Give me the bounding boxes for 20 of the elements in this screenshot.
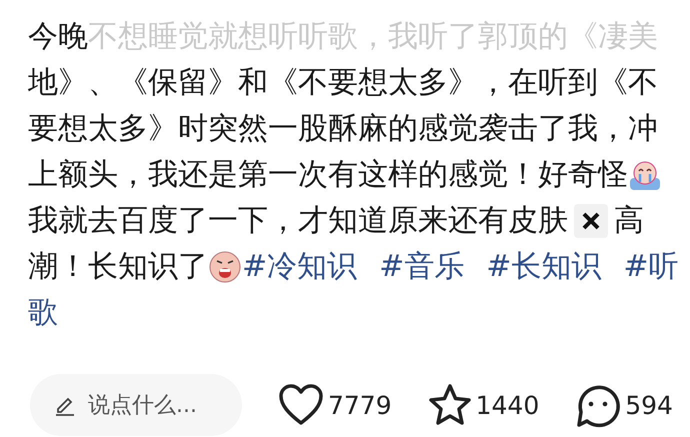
- post-text: 我就去百度了一下，才知道原来还有皮肤: [28, 202, 568, 240]
- action-count: 594: [625, 390, 673, 420]
- action-count: 1440: [476, 390, 540, 420]
- cross-icon: [574, 204, 608, 238]
- star-icon[interactable]: [428, 383, 472, 427]
- post-text: 要想太多》时突然一股酥麻的感觉袭击了我，冲: [28, 110, 658, 148]
- hashtag-link[interactable]: #听: [623, 244, 679, 290]
- post-text: 地》、《保留》和《不要想太多》，在听到《不: [28, 64, 658, 102]
- hashtag-link[interactable]: #长知识: [486, 244, 602, 290]
- hashtag-link[interactable]: 歌: [28, 290, 58, 336]
- post-text: 今晚: [28, 18, 88, 56]
- post-text: 潮！长知识了: [28, 248, 208, 286]
- action-count: 7779: [328, 390, 392, 420]
- scared-face-icon: [208, 250, 242, 284]
- post-text: 上额头，我还是第一次有这样的感觉！好奇怪: [28, 156, 628, 194]
- hashtag-link[interactable]: #冷知识: [242, 244, 358, 290]
- heart-icon[interactable]: [278, 383, 324, 427]
- comment-field[interactable]: 说点什么...: [30, 374, 242, 436]
- post-text: 高: [614, 202, 644, 240]
- hashtag-link[interactable]: #音乐: [379, 244, 464, 290]
